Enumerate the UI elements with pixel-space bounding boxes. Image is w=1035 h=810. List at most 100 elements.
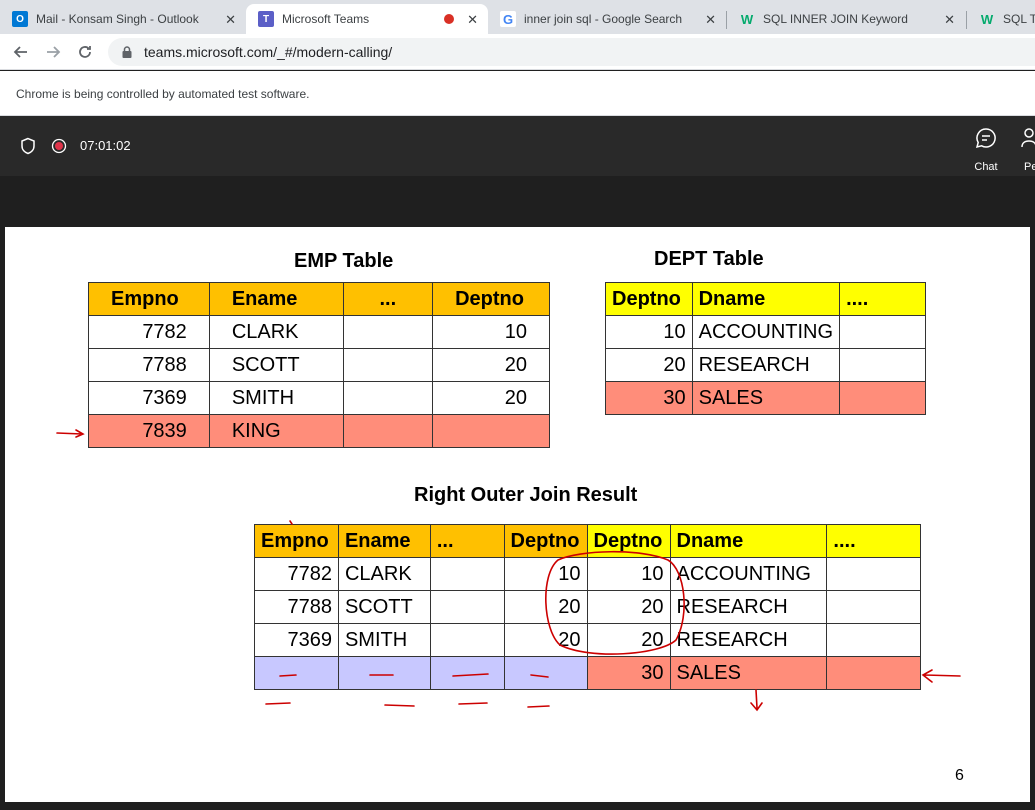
table-cell: 7788 [88, 348, 210, 382]
table-cell [839, 348, 926, 382]
table-cell: 20 [503, 623, 588, 657]
table-cell: SMITH [208, 381, 344, 415]
header-cell: Deptno [503, 524, 588, 558]
header-cell: Dname [669, 524, 828, 558]
table-cell [342, 414, 434, 448]
header-cell: .... [826, 524, 921, 558]
url-text: teams.microsoft.com/_#/modern-calling/ [144, 44, 393, 60]
header-cell: Deptno [432, 282, 550, 316]
chat-icon [975, 128, 996, 149]
table-cell [342, 381, 434, 415]
header-cell: Ename [208, 282, 344, 316]
table-cell: SCOTT [208, 348, 344, 382]
chat-button[interactable]: Chat [962, 124, 1010, 182]
header-cell: ... [429, 524, 505, 558]
table-cell: 10 [605, 315, 693, 349]
table-cell: 20 [605, 348, 693, 382]
table-cell: RESEARCH [669, 590, 828, 624]
table-cell: 7788 [254, 590, 339, 624]
table-cell: CLARK [337, 557, 431, 591]
chat-label: Chat [974, 161, 998, 173]
table-row: 20 RESEARCH [605, 348, 926, 382]
forward-button[interactable] [42, 41, 64, 63]
table-cell [342, 315, 434, 349]
table-row: 7782 CLARK 10 [88, 315, 550, 349]
table-header-row: Empno Ename ... Deptno Deptno Dname .... [254, 524, 921, 558]
table-cell [839, 381, 926, 415]
table-row: 7788 SCOTT 20 [88, 348, 550, 382]
tab-w3schools-sql[interactable]: W SQL Tr [967, 4, 1035, 34]
people-icon [1021, 128, 1035, 148]
table-cell [826, 590, 921, 624]
table-cell: 7369 [88, 381, 210, 415]
table-cell [839, 315, 926, 349]
table-cell: ACCOUNTING [691, 315, 841, 349]
table-cell: 10 [503, 557, 588, 591]
header-cell: Dname [691, 282, 841, 316]
table-cell: SALES [669, 656, 828, 690]
tab-title: SQL INNER JOIN Keyword [763, 12, 908, 26]
table-cell: 7369 [254, 623, 339, 657]
tab-google-search[interactable]: G inner join sql - Google Search ✕ [488, 4, 726, 34]
close-tab-icon[interactable]: ✕ [225, 12, 236, 28]
table-cell: SMITH [337, 623, 431, 657]
browser-toolbar: teams.microsoft.com/_#/modern-calling/ [0, 34, 1035, 70]
right-outer-join-result-table: Empno Ename ... Deptno Deptno Dname ....… [254, 524, 921, 690]
reload-button[interactable] [74, 41, 96, 63]
address-bar[interactable]: teams.microsoft.com/_#/modern-calling/ [108, 38, 1035, 66]
tab-w3schools-inner-join[interactable]: W SQL INNER JOIN Keyword ✕ [727, 4, 965, 34]
teams-call-header: 07:01:02 Chat Pe [0, 116, 1035, 182]
people-button[interactable]: Pe [1020, 124, 1035, 174]
shield-icon[interactable] [20, 137, 36, 155]
header-cell: .... [839, 282, 926, 316]
table-cell: RESEARCH [669, 623, 828, 657]
close-tab-icon[interactable]: ✕ [705, 12, 716, 28]
table-cell: 10 [586, 557, 671, 591]
table-header-row: Deptno Dname .... [605, 282, 926, 316]
close-tab-icon[interactable]: ✕ [944, 12, 955, 28]
table-cell: 20 [586, 623, 671, 657]
recording-indicator-icon [444, 14, 454, 24]
table-cell: 20 [586, 590, 671, 624]
table-cell [429, 623, 505, 657]
table-row: 10 ACCOUNTING [605, 315, 926, 349]
header-cell: ... [342, 282, 434, 316]
table-cell [826, 623, 921, 657]
table-header-row: Empno Ename ... Deptno [88, 282, 550, 316]
tab-title: SQL Tr [1003, 12, 1035, 26]
forward-arrow-icon [47, 46, 61, 58]
table-cell: 20 [503, 590, 588, 624]
table-cell: CLARK [208, 315, 344, 349]
table-cell: ACCOUNTING [669, 557, 828, 591]
table-row-highlighted: 7839 KING [88, 414, 550, 448]
table-cell [429, 590, 505, 624]
table-cell: 30 [605, 381, 693, 415]
table-cell: 20 [432, 381, 550, 415]
emp-table: Empno Ename ... Deptno 7782 CLARK 10 778… [88, 282, 550, 448]
table-cell [432, 414, 550, 448]
tab-teams[interactable]: T Microsoft Teams ✕ [246, 4, 488, 34]
table-row: 7782 CLARK 10 10 ACCOUNTING [254, 557, 921, 591]
header-cell: Deptno [586, 524, 671, 558]
slide-page-number: 6 [955, 767, 964, 784]
table-cell: 7782 [88, 315, 210, 349]
header-cell: Ename [337, 524, 431, 558]
tab-title: inner join sql - Google Search [524, 12, 683, 26]
teams-icon: T [258, 11, 274, 27]
reload-icon [79, 46, 91, 58]
table-cell-null [337, 656, 431, 690]
table-cell: 10 [432, 315, 550, 349]
browser-tab-strip: O Mail - Konsam Singh - Outlook ✕ T Micr… [0, 0, 1035, 34]
table-cell [429, 557, 505, 591]
tab-outlook[interactable]: O Mail - Konsam Singh - Outlook ✕ [0, 4, 246, 34]
close-tab-icon[interactable]: ✕ [467, 12, 478, 28]
table-cell: RESEARCH [691, 348, 841, 382]
table-cell [826, 557, 921, 591]
back-button[interactable] [10, 41, 32, 63]
emp-table-title: EMP Table [294, 250, 394, 272]
google-icon: G [500, 11, 516, 27]
table-row: 7788 SCOTT 20 20 RESEARCH [254, 590, 921, 624]
table-row-null-match: 30 SALES [254, 656, 921, 690]
table-cell: 30 [586, 656, 671, 690]
infobar-text: Chrome is being controlled by automated … [16, 87, 310, 101]
